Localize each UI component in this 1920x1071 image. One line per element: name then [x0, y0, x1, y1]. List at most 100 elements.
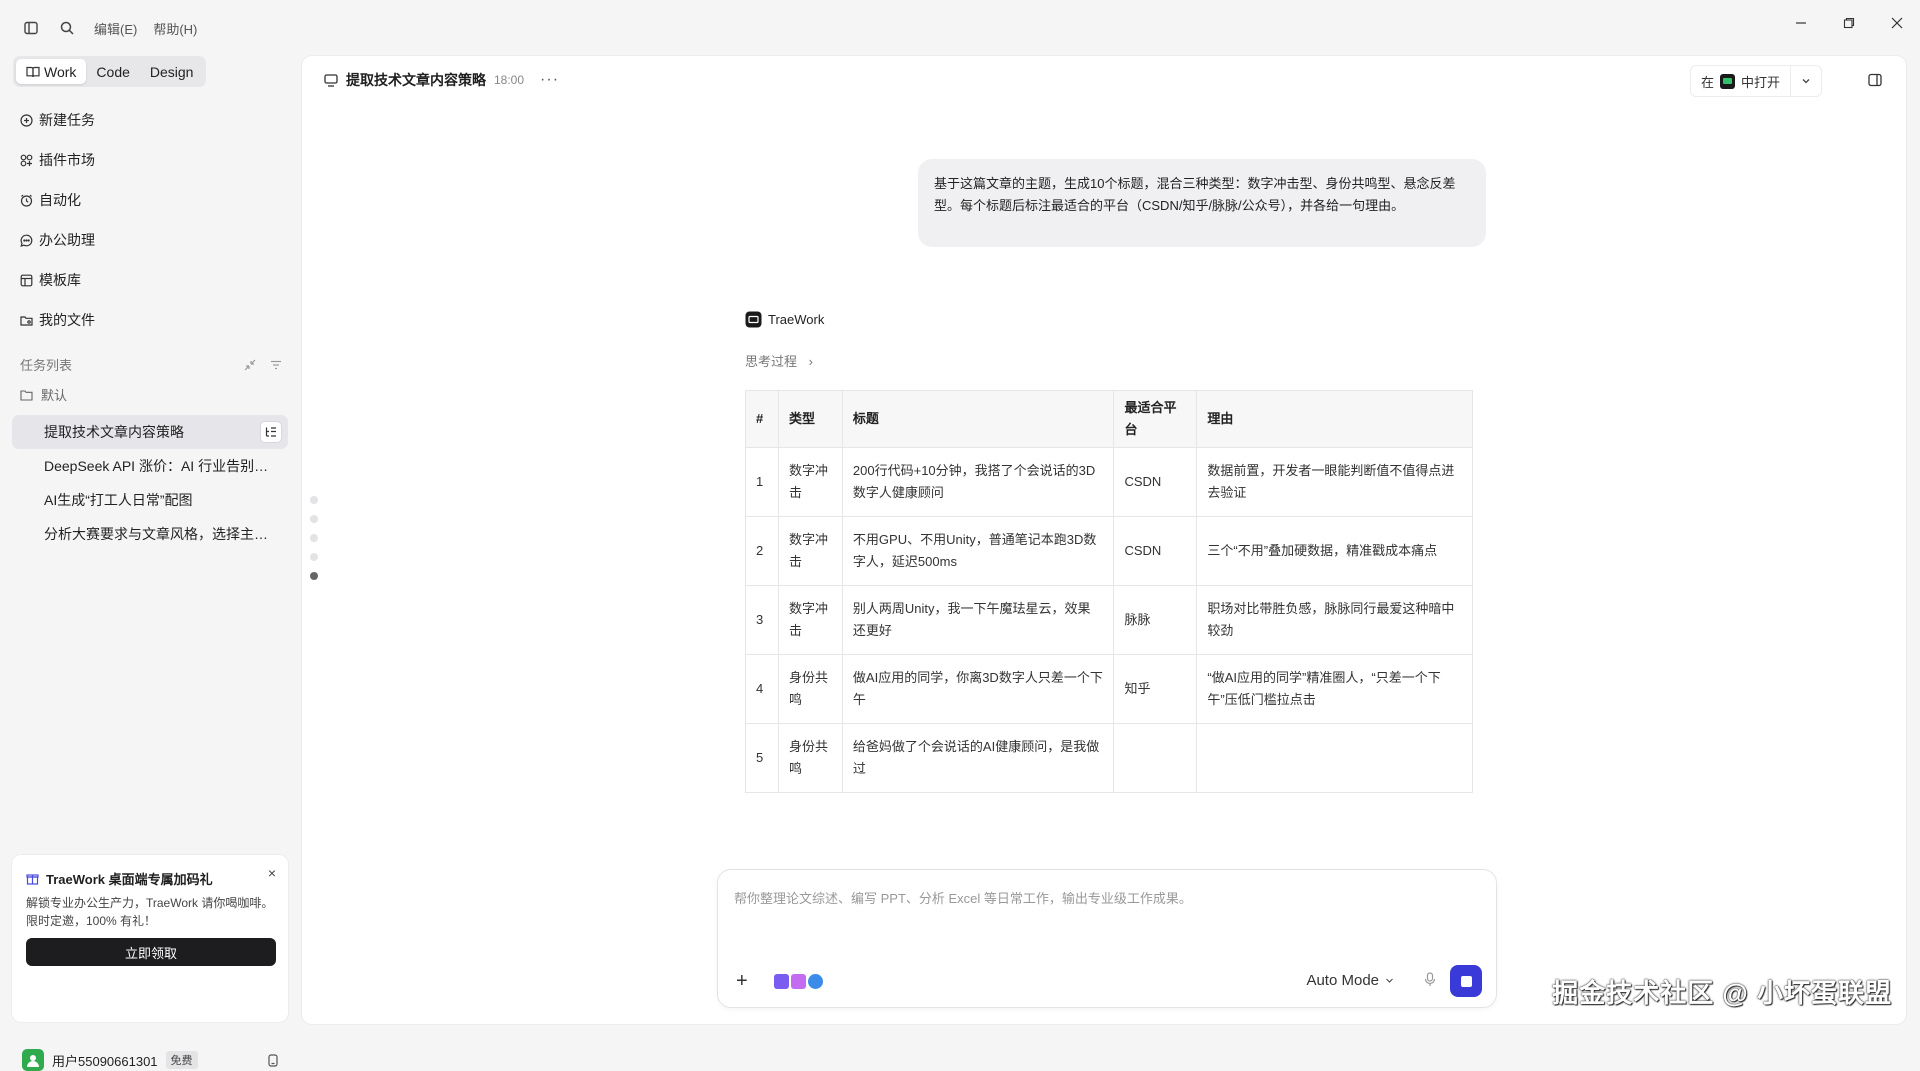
- filter-icon[interactable]: [270, 359, 282, 371]
- cell-index: 4: [745, 654, 779, 724]
- cell-type: 数字冲击: [777, 516, 843, 586]
- col-index: #: [745, 390, 779, 448]
- folder-default[interactable]: 默认: [20, 385, 67, 404]
- task-item-active[interactable]: 提取技术文章内容策略: [12, 415, 288, 449]
- sidebar-item-label: 自动化: [39, 192, 81, 208]
- nav-dot[interactable]: [310, 534, 318, 542]
- thinking-label: 思考过程: [745, 354, 798, 369]
- titles-table: # 类型 标题 最适合平台 理由 1 数字冲击 200行代码+10分钟，我搭了个…: [745, 390, 1473, 793]
- promo-description: 解锁专业办公生产力，TraeWork 请你喝咖啡。限时定邀，100% 有礼！: [26, 896, 274, 928]
- mode-design-button[interactable]: Design: [140, 59, 204, 84]
- right-panel-toggle-icon[interactable]: [1868, 73, 1886, 91]
- sidebar-item-office-assistant[interactable]: 办公助理: [12, 220, 288, 260]
- user-profile[interactable]: 用户55090661301 免费: [22, 1049, 284, 1071]
- menu-edit[interactable]: 编辑(E): [94, 19, 137, 38]
- sidebar-item-automation[interactable]: 自动化: [12, 180, 288, 220]
- collapse-icon[interactable]: [244, 359, 256, 371]
- image-tool-icon[interactable]: [791, 974, 806, 989]
- task-item[interactable]: AI生成“打工人日常”配图: [12, 483, 288, 517]
- task-title: 分析大赛要求与文章风格，选择主题与平台: [44, 526, 280, 542]
- terminal-app-icon: [1719, 73, 1735, 89]
- open-in-button[interactable]: 在 中打开: [1691, 66, 1790, 96]
- cell-title: 别人两周Unity，我一下午魔珐星云，效果还更好: [841, 585, 1115, 655]
- more-options-button[interactable]: ···: [540, 71, 559, 89]
- open-in-dropdown[interactable]: [1790, 66, 1821, 96]
- sidebar-nav: 新建任务 插件市场 自动化 办公助理 模板库 我的文件: [12, 100, 288, 340]
- video-tool-icon[interactable]: [774, 974, 789, 989]
- add-attachment-icon[interactable]: +: [736, 970, 748, 993]
- cell-reason: “做AI应用的同学”精准圈人，“只差一个下午”压低门槛拉点击: [1196, 654, 1473, 724]
- promo-close-icon[interactable]: ×: [268, 865, 276, 881]
- cell-platform: 脉脉: [1113, 585, 1198, 655]
- mode-work-label: Work: [44, 63, 77, 80]
- nav-dot[interactable]: [310, 515, 318, 523]
- cell-platform: 知乎: [1113, 654, 1198, 724]
- task-outline-icon[interactable]: [260, 421, 282, 443]
- mode-label: Auto Mode: [1306, 972, 1379, 989]
- timestamp: 18:00: [494, 73, 525, 87]
- menu-help[interactable]: 帮助(H): [153, 19, 197, 38]
- thinking-process-toggle[interactable]: 思考过程 ›: [745, 351, 813, 370]
- main-panel: 提取技术文章内容策略 18:00 ··· 在 中打开 基于这篇文章的主题，生成1…: [302, 56, 1906, 1024]
- mode-selector[interactable]: Auto Mode: [1306, 972, 1394, 989]
- cell-reason: 三个“不用”叠加硬数据，精准戳成本痛点: [1196, 516, 1473, 586]
- table-row: 2 数字冲击 不用GPU、不用Unity，普通笔记本跑3D数字人，延迟500ms…: [745, 516, 1473, 586]
- restore-icon[interactable]: [1840, 14, 1858, 32]
- cell-index: 1: [745, 447, 779, 517]
- cell-reason: 职场对比带胜负感，脉脉同行最爱这种暗中较劲: [1196, 585, 1473, 655]
- microphone-icon[interactable]: [1424, 972, 1436, 992]
- cell-type: 身份共鸣: [777, 654, 843, 724]
- window-controls: [1792, 14, 1906, 32]
- folder-icon: [20, 389, 33, 401]
- audio-tool-icon[interactable]: [808, 974, 823, 989]
- folder-label: 默认: [41, 388, 68, 403]
- task-list: 提取技术文章内容策略 DeepSeek API 涨价：AI 行业告别白菜价时代 …: [12, 415, 288, 551]
- plus-circle-icon: [20, 113, 33, 127]
- promo-card: TraeWork 桌面端专属加码礼 × 解锁专业办公生产力，TraeWork 请…: [12, 855, 288, 1022]
- cell-title: 200行代码+10分钟，我搭了个会说话的3D数字人健康顾问: [841, 447, 1115, 517]
- col-reason: 理由: [1196, 390, 1473, 448]
- stop-button[interactable]: [1450, 965, 1482, 997]
- chevron-down-icon: [1802, 79, 1810, 84]
- nav-dot-active[interactable]: [310, 572, 318, 580]
- cell-type: 身份共鸣: [777, 723, 843, 793]
- sidebar-item-plugins[interactable]: 插件市场: [12, 140, 288, 180]
- device-icon[interactable]: [262, 1049, 284, 1071]
- sidebar-item-label: 插件市场: [39, 152, 95, 168]
- cell-index: 2: [745, 516, 779, 586]
- col-type: 类型: [777, 390, 843, 448]
- composer-input[interactable]: 帮你整理论文综述、编写 PPT、分析 Excel 等日常工作，输出专业级工作成果…: [734, 888, 1192, 907]
- nav-dot[interactable]: [310, 553, 318, 561]
- sidebar-item-new-task[interactable]: 新建任务: [12, 100, 288, 140]
- sidebar-item-my-files[interactable]: 我的文件: [12, 300, 288, 340]
- monitor-icon: [324, 73, 338, 87]
- title-bar: 编辑(E) 帮助(H): [0, 0, 1920, 56]
- task-item[interactable]: DeepSeek API 涨价：AI 行业告别白菜价时代: [12, 449, 288, 483]
- close-icon[interactable]: [1888, 14, 1906, 32]
- message-composer: 帮你整理论文综述、编写 PPT、分析 Excel 等日常工作，输出专业级工作成果…: [717, 869, 1497, 1008]
- cell-title: 做AI应用的同学，你离3D数字人只差一个下午: [841, 654, 1115, 724]
- sidebar-toggle-icon[interactable]: [22, 19, 40, 37]
- sidebar-item-templates[interactable]: 模板库: [12, 260, 288, 300]
- cell-reason: [1196, 723, 1473, 793]
- search-icon[interactable]: [58, 19, 76, 37]
- sidebar-item-label: 新建任务: [39, 112, 95, 128]
- traework-logo-icon: [745, 311, 762, 328]
- book-icon: [26, 66, 40, 77]
- folder-user-icon: [20, 315, 33, 326]
- task-item[interactable]: 分析大赛要求与文章风格，选择主题与平台: [12, 517, 288, 551]
- sidebar-item-label: 模板库: [39, 272, 81, 288]
- alarm-clock-icon: [20, 194, 33, 207]
- claim-button[interactable]: 立即领取: [26, 938, 276, 966]
- nav-dot[interactable]: [310, 496, 318, 504]
- minimize-icon[interactable]: [1792, 14, 1810, 32]
- watermark: 掘金技术社区 @ 小坏蛋联盟: [1552, 978, 1892, 1008]
- task-list-header: 任务列表: [20, 355, 282, 374]
- mode-switcher: Work Code Design: [13, 56, 207, 87]
- task-title: AI生成“打工人日常”配图: [44, 492, 193, 508]
- template-icon: [20, 274, 33, 286]
- mode-work-button[interactable]: Work: [16, 59, 87, 84]
- mode-code-button[interactable]: Code: [86, 59, 139, 84]
- task-title: DeepSeek API 涨价：AI 行业告别白菜价时代: [44, 458, 280, 474]
- avatar: [22, 1049, 44, 1071]
